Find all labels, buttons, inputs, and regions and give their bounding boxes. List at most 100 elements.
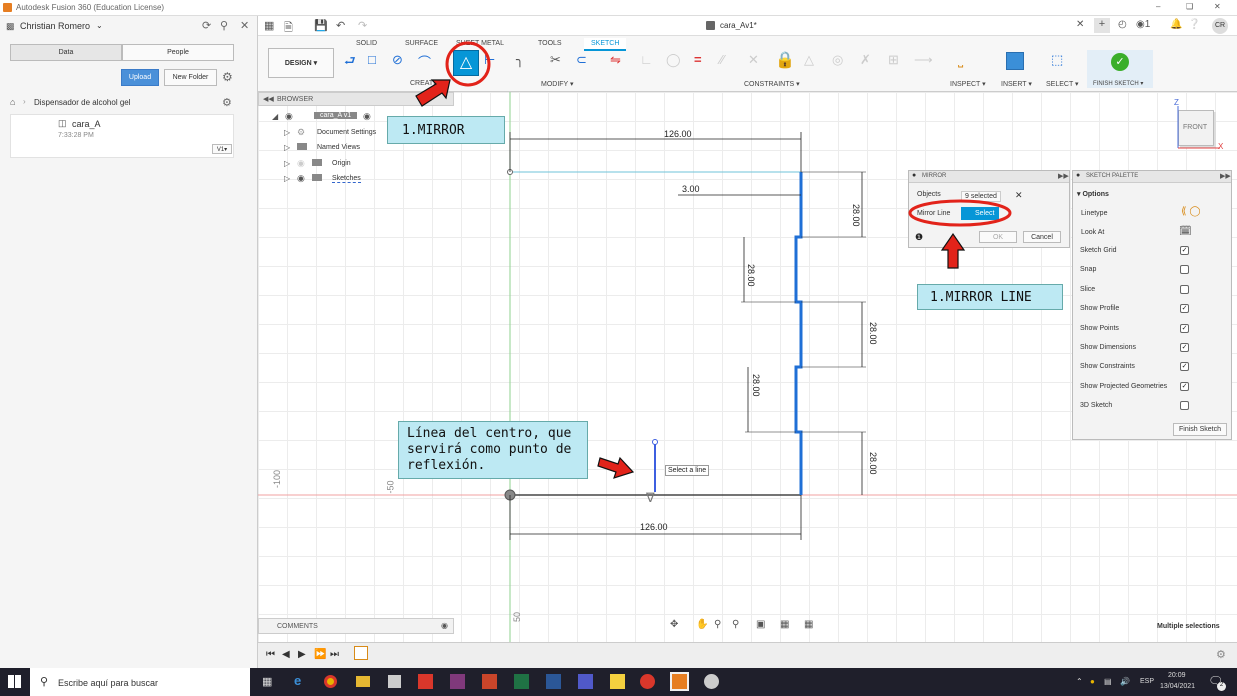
- tab-sheet-metal[interactable]: SHEET METAL: [456, 40, 504, 47]
- tab-data[interactable]: Data: [10, 44, 122, 61]
- acrobat-icon[interactable]: [418, 674, 433, 689]
- account-chevron-icon[interactable]: ⌄: [96, 21, 103, 30]
- help-icon[interactable]: ❔: [1188, 19, 1200, 30]
- palette-option-checkbox[interactable]: ✓: [1180, 323, 1189, 333]
- zoom-icon[interactable]: ⚲: [714, 619, 721, 630]
- palette-option-checkbox[interactable]: ✓: [1180, 343, 1189, 352]
- extend-tool-icon[interactable]: ⊂: [576, 52, 587, 68]
- rectangle-tool-icon[interactable]: □: [368, 52, 376, 67]
- grid-settings-icon[interactable]: ▦: [780, 619, 789, 630]
- finish-sketch-palette-button[interactable]: Finish Sketch: [1173, 423, 1227, 436]
- play-icon[interactable]: ▶: [298, 649, 306, 660]
- palette-option-checkbox[interactable]: [1180, 265, 1189, 275]
- group-inspect[interactable]: INSPECT ▾: [950, 80, 986, 88]
- scale-tool-icon[interactable]: ⇋: [610, 52, 621, 68]
- tab-solid[interactable]: SOLID: [356, 40, 377, 47]
- origin-expand-icon[interactable]: ▷: [284, 159, 290, 168]
- ok-button[interactable]: OK: [979, 231, 1017, 243]
- grid-menu-icon[interactable]: ▦: [264, 19, 274, 32]
- palette-option-checkbox[interactable]: ✓: [1180, 246, 1189, 255]
- construction-line-icon[interactable]: ⟪ ◯: [1181, 206, 1201, 217]
- activate-radio-icon[interactable]: ◉: [363, 111, 371, 122]
- browser-header[interactable]: ◀◀ BROWSER: [258, 92, 454, 106]
- workspace-design-button[interactable]: DESIGN ▾: [268, 48, 334, 78]
- cancel-button[interactable]: Cancel: [1023, 231, 1061, 243]
- restore-icon[interactable]: ❑: [1186, 2, 1193, 11]
- trim-tool-icon[interactable]: ✂: [550, 52, 561, 68]
- tray-volume-icon[interactable]: 🔊: [1120, 677, 1130, 686]
- tray-time[interactable]: 20:09: [1168, 672, 1186, 679]
- settings-gear-icon[interactable]: ⚙: [222, 70, 233, 84]
- user-avatar[interactable]: CR: [1212, 18, 1228, 34]
- tab-tools[interactable]: TOOLS: [538, 40, 562, 47]
- insert-image-icon[interactable]: [1006, 52, 1024, 70]
- step-forward-icon[interactable]: ⏩: [314, 649, 326, 660]
- dim-28-e-label[interactable]: 28.00: [868, 452, 878, 475]
- group-modify[interactable]: MODIFY ▾: [541, 80, 574, 88]
- coincident-icon[interactable]: ∟: [640, 52, 653, 67]
- tray-wifi-icon[interactable]: ▤: [1104, 677, 1112, 686]
- viewports-icon[interactable]: ▦: [804, 619, 813, 630]
- close-icon[interactable]: ✕: [1214, 2, 1221, 11]
- extensions-icon[interactable]: ◴: [1118, 19, 1127, 30]
- redo-icon[interactable]: ↷: [358, 19, 367, 32]
- tab-surface[interactable]: SURFACE: [405, 40, 438, 47]
- timeline-settings-icon[interactable]: ⚙: [1216, 648, 1226, 661]
- origin-eye-icon[interactable]: ◉: [297, 158, 305, 169]
- midpoint-icon[interactable]: △: [804, 52, 814, 68]
- close-panel-icon[interactable]: ✕: [240, 19, 249, 32]
- tangent-icon[interactable]: ◯: [666, 52, 681, 68]
- undo-icon[interactable]: ↶: [336, 19, 345, 32]
- display-settings-icon[interactable]: ▣: [756, 619, 765, 630]
- group-constraints[interactable]: CONSTRAINTS ▾: [744, 80, 800, 88]
- go-end-icon[interactable]: ⏭: [330, 649, 339, 660]
- fusion360-taskbar-icon[interactable]: [670, 672, 689, 691]
- group-select[interactable]: SELECT ▾: [1046, 80, 1079, 88]
- group-create[interactable]: CREATE: [410, 80, 438, 87]
- browser-item-document-settings[interactable]: Document Settings: [317, 129, 376, 136]
- excel-icon[interactable]: [514, 674, 529, 689]
- word-icon[interactable]: [546, 674, 561, 689]
- edge-icon[interactable]: e: [294, 673, 301, 688]
- close-document-icon[interactable]: ✕: [1076, 19, 1084, 30]
- comments-bar[interactable]: COMMENTS ◉: [258, 618, 454, 634]
- collapse-icon[interactable]: ◀◀: [263, 95, 274, 103]
- select-icon[interactable]: ⬚: [1051, 52, 1063, 68]
- mirror-line-select-button[interactable]: Select: [961, 207, 1000, 220]
- root-expand-icon[interactable]: ◢: [272, 112, 278, 121]
- file-explorer-icon[interactable]: [356, 676, 370, 687]
- sticky-notes-icon[interactable]: [610, 674, 625, 689]
- palette-option-checkbox[interactable]: [1180, 284, 1189, 294]
- mirror-tool-icon[interactable]: △: [453, 50, 479, 76]
- sketches-expand-icon[interactable]: ▷: [284, 174, 290, 183]
- tab-people[interactable]: People: [122, 44, 234, 61]
- step-back-icon[interactable]: ◀: [282, 649, 290, 660]
- sketches-eye-icon[interactable]: ◉: [297, 173, 305, 184]
- fit-icon[interactable]: ⚲: [732, 619, 739, 630]
- tray-language[interactable]: ESP: [1140, 678, 1154, 685]
- parallel-icon[interactable]: ∕∕: [720, 52, 724, 67]
- notifications-icon[interactable]: 🔔: [1170, 19, 1182, 30]
- comments-toggle-icon[interactable]: ◉: [441, 621, 448, 630]
- look-at-icon[interactable]: 🗓: [1179, 226, 1192, 237]
- new-folder-button[interactable]: New Folder: [164, 69, 217, 86]
- design-item-card[interactable]: ◫ cara_A 7:33:28 PM V1▾: [10, 114, 234, 158]
- taskbar-search[interactable]: ⚲ Escribe aquí para buscar: [30, 668, 250, 696]
- equal-icon[interactable]: =: [694, 52, 702, 67]
- line-tool-icon[interactable]: ⮐: [344, 52, 356, 74]
- version-badge[interactable]: V1▾: [212, 144, 232, 154]
- browser-item-named-views[interactable]: Named Views: [317, 144, 360, 151]
- teams-icon[interactable]: [578, 674, 593, 689]
- task-view-icon[interactable]: ▦: [262, 675, 272, 688]
- collinear-icon[interactable]: ✗: [860, 52, 871, 68]
- circle-tool-icon[interactable]: ⊘: [392, 52, 403, 68]
- onenote-icon[interactable]: [450, 674, 465, 689]
- dim-small-label[interactable]: 3.00: [682, 184, 700, 194]
- timeline-sketch-icon[interactable]: [354, 646, 368, 660]
- dim-28-d-label[interactable]: 28.00: [751, 374, 761, 397]
- sketch-canvas[interactable]: 126.00 126.00 3.00 28.00 28.00 28.00 28.…: [258, 92, 1237, 642]
- clear-objects-icon[interactable]: ✕: [1015, 190, 1023, 201]
- offset-tool-icon[interactable]: ⊢: [484, 52, 495, 68]
- mirror-dialog-header[interactable]: ● MIRROR ▶▶: [909, 171, 1069, 183]
- home-icon[interactable]: ⌂: [10, 97, 15, 107]
